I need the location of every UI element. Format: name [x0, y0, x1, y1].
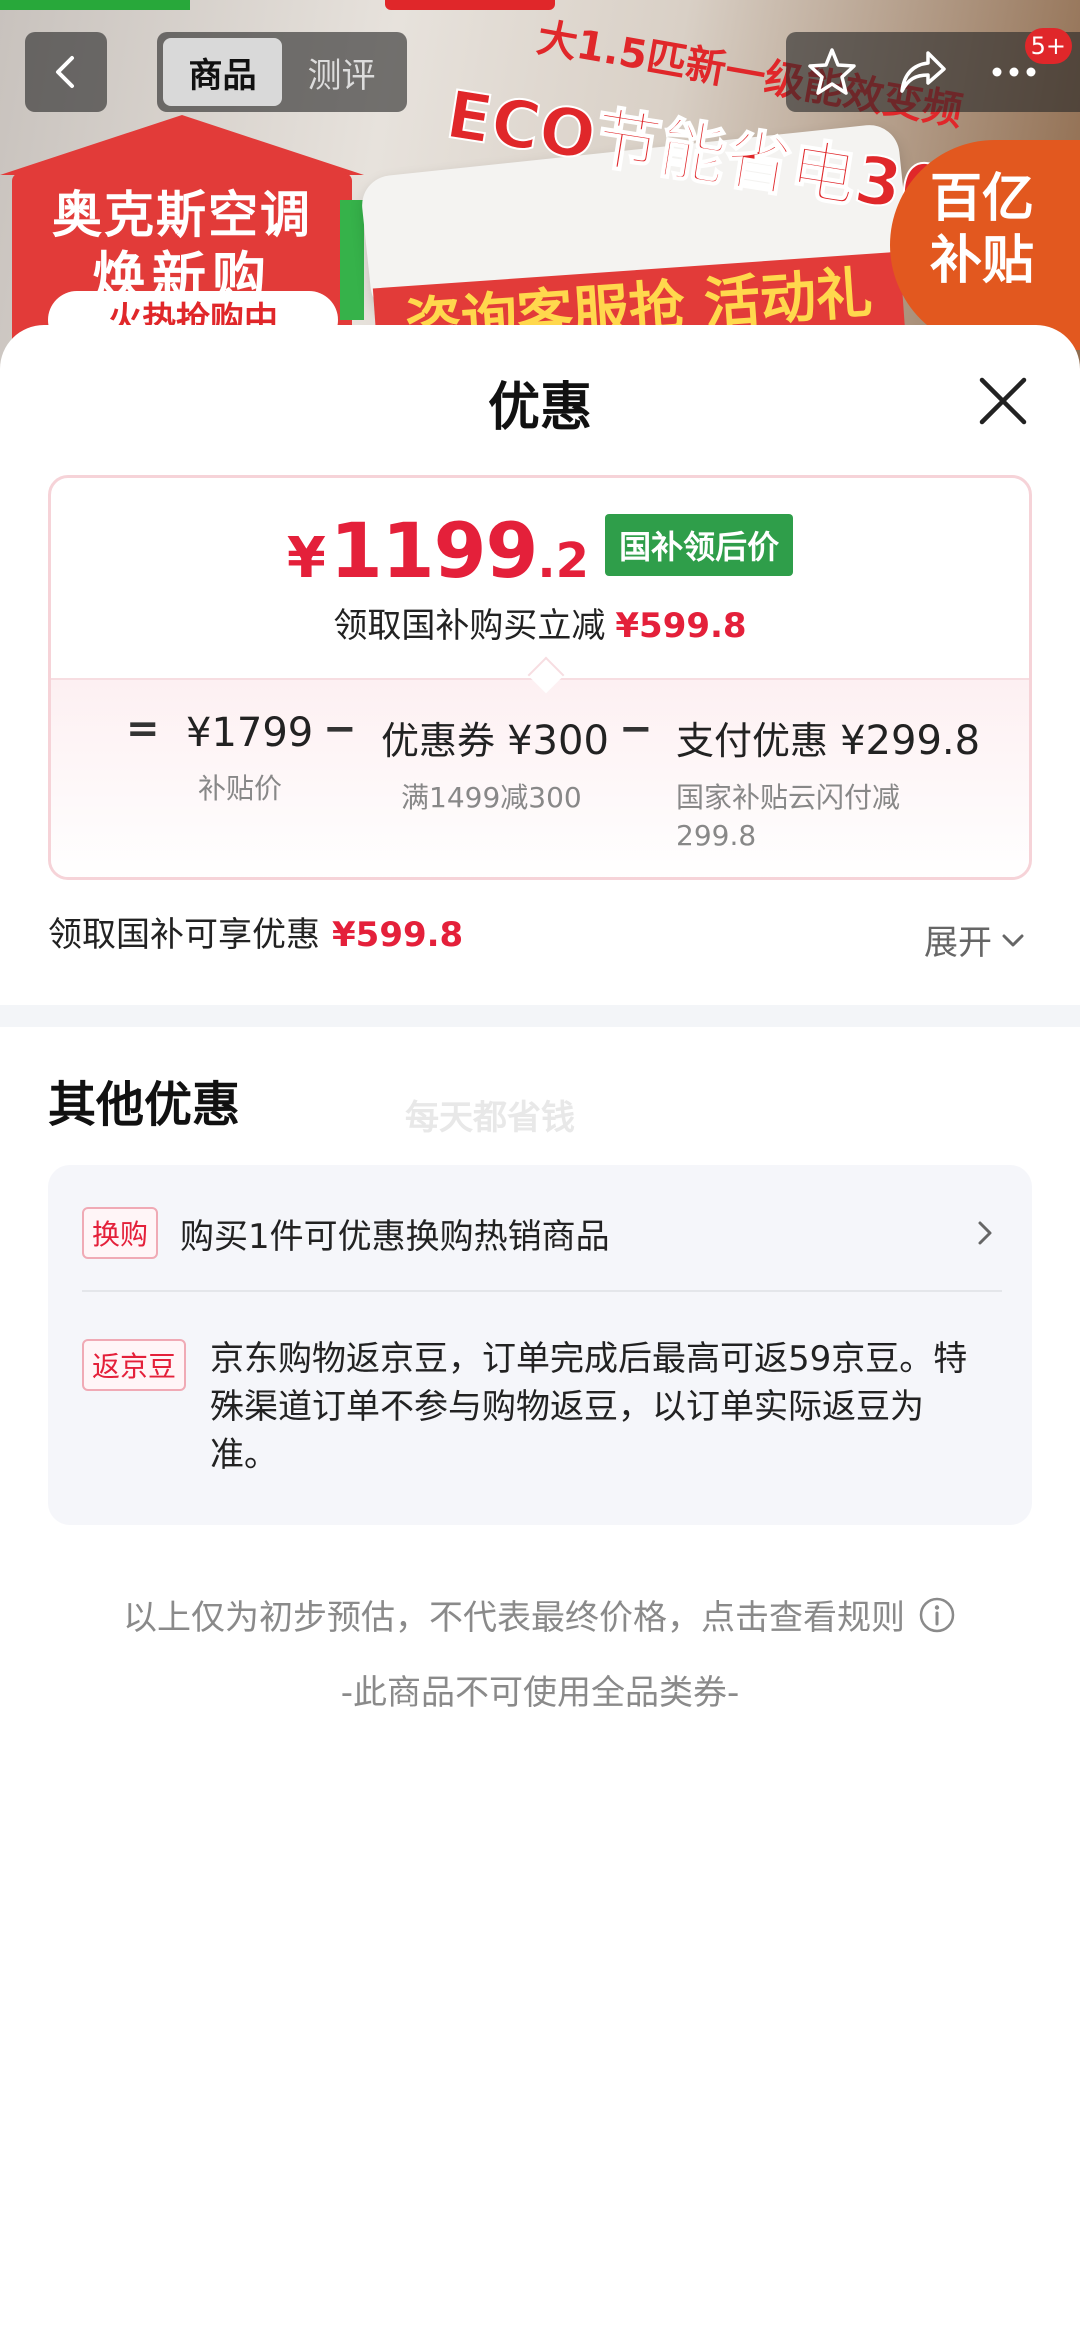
section-divider: [0, 1005, 1080, 1027]
minus-sign: −: [619, 706, 653, 752]
estimate-note-text: 以上仅为初步预估，不代表最终价格，点击查看规则: [123, 1598, 905, 1638]
subsidy-benefit-text: 领取国补可享优惠: [48, 915, 320, 955]
jd-beans-text: 京东购物返京豆，订单完成后最高可返59京豆。特殊渠道订单不参与购物返豆，以订单实…: [210, 1339, 968, 1475]
banner-decoration: [340, 200, 364, 320]
estimate-note[interactable]: 以上仅为初步预估，不代表最终价格，点击查看规则: [0, 1590, 1080, 1639]
share-icon: [900, 51, 946, 93]
chevron-right-icon: [978, 1221, 992, 1245]
star-icon: [807, 48, 856, 95]
chevron-down-icon: [1002, 934, 1024, 946]
subsidy-benefit-amount: ¥599.8: [332, 915, 464, 955]
equals-sign: =: [126, 706, 160, 752]
subsidy-price-label: 补贴价: [198, 772, 283, 805]
promo-house-graphic: 奥克斯空调 焕新购 火热抢购中: [0, 115, 365, 363]
subsidy-badge: 百亿 补贴: [890, 140, 1080, 350]
price-breakdown: = ¥1799 补贴价 − 优惠券 ¥300 满1499减300 − 支付优惠 …: [51, 678, 1029, 877]
expand-label: 展开: [924, 923, 992, 963]
banner-stripe: [0, 0, 190, 10]
sheet-title: 优惠: [487, 378, 592, 438]
breakdown-subsidy-price: ¥1799 补贴价: [186, 710, 313, 808]
close-button[interactable]: [972, 370, 1034, 432]
coupon-value: ¥300: [507, 718, 609, 764]
coupon-label: 优惠券: [381, 719, 496, 763]
coupon-restriction-note: -此商品不可使用全品类券-: [340, 1673, 740, 1713]
trade-in-text: 购买1件可优惠换购热销商品: [180, 1216, 610, 1257]
trade-in-row[interactable]: 换购 购买1件可优惠换购热销商品: [82, 1193, 1002, 1273]
final-price: ¥ 1199 .2 国补领后价: [51, 506, 1029, 595]
chevron-left-icon: [56, 56, 74, 88]
price-card: ¥ 1199 .2 国补领后价 领取国补购买立减 ¥599.8 = ¥1799 补…: [48, 475, 1032, 880]
back-button[interactable]: [25, 32, 107, 112]
breakdown-coupon: 优惠券 ¥300 满1499减300: [381, 710, 609, 817]
other-discounts-card: 换购 购买1件可优惠换购热销商品 返京豆 京东购物返京豆，订单完成后最高可返59…: [48, 1165, 1032, 1525]
minus-sign: −: [323, 706, 357, 752]
breakdown-payment: 支付优惠 ¥299.8 国家补贴云闪付减 299.8: [676, 710, 996, 855]
tab-product[interactable]: 商品: [163, 38, 282, 106]
favorite-button[interactable]: [802, 42, 862, 102]
tab-review[interactable]: 测评: [282, 38, 401, 106]
coupon-condition: 满1499减300: [401, 781, 582, 814]
watermark-text: 每天都省钱: [405, 1098, 575, 1138]
expand-button[interactable]: 展开: [924, 915, 1030, 964]
product-tabs: 商品 测评: [157, 32, 407, 112]
message-count-badge: 5+: [1024, 28, 1072, 64]
payment-discount-condition: 国家补贴云闪付减 299.8: [676, 781, 901, 852]
price-integer: 1199: [329, 506, 539, 595]
price-decimal: .2: [537, 533, 590, 589]
currency-symbol: ¥: [286, 526, 326, 591]
row-separator: [82, 1290, 1002, 1292]
subsidy-benefit-row: 领取国补可享优惠 ¥599.8: [48, 907, 463, 956]
payment-discount-label: 支付优惠: [676, 719, 829, 763]
banner-stripe: [385, 0, 555, 10]
info-icon[interactable]: [917, 1595, 957, 1635]
payment-discount-value: ¥299.8: [840, 718, 981, 764]
jd-beans-tag: 返京豆: [82, 1339, 187, 1391]
other-discounts-title: 其他优惠: [48, 1077, 241, 1133]
discount-summary: 领取国补购买立减 ¥599.8: [51, 598, 1029, 647]
discount-sheet: 优惠 ¥ 1199 .2 国补领后价 领取国补购买立减 ¥599.8 = ¥179…: [0, 325, 1080, 2325]
close-icon: [979, 377, 1027, 425]
share-button[interactable]: [893, 42, 953, 102]
trade-in-tag: 换购: [82, 1207, 159, 1259]
discount-summary-text: 领取国补购买立减: [333, 606, 606, 646]
gov-subsidy-tag: 国补领后价: [605, 513, 794, 576]
discount-summary-amount: ¥599.8: [615, 606, 747, 646]
subsidy-price-value: ¥1799: [186, 710, 314, 756]
